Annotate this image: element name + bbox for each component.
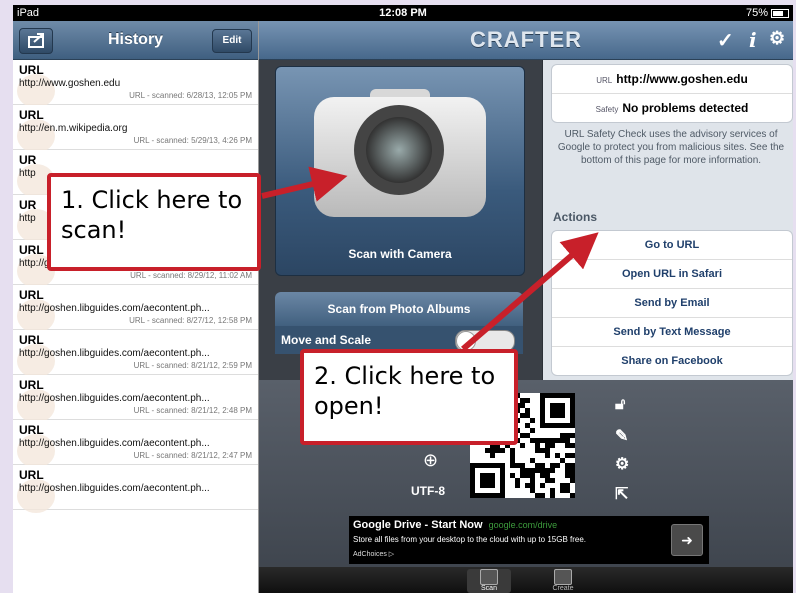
history-list: URL http://www.goshen.edu URL - scanned: 6…	[13, 60, 258, 513]
actions-list: Go to URL Open URL in Safari Send by Ema…	[551, 230, 793, 376]
move-scale-label: Move and Scale	[281, 333, 372, 347]
battery-indicator: 75%	[746, 7, 789, 19]
history-date: URL - scanned: 8/21/12, 2:47 PM	[133, 451, 252, 460]
history-type: URL	[19, 63, 44, 77]
history-row[interactable]: URLhttp://goshen.libguides.com/aecontent…	[13, 330, 258, 378]
checkmark-icon[interactable]: ✓	[717, 28, 734, 53]
battery-icon	[771, 8, 789, 18]
history-url: http://www.goshen.edu	[19, 78, 121, 89]
history-row[interactable]: URLhttp://goshen.libguides.com/aecontent…	[13, 375, 258, 423]
action-go-to-url[interactable]: Go to URL	[552, 231, 792, 260]
history-url: http	[19, 213, 36, 224]
history-row[interactable]: URLhttp://goshen.libguides.com/aecontent…	[13, 465, 258, 513]
callout-open: 2. Click here to open!	[300, 349, 518, 445]
scan-camera-label: Scan with Camera	[348, 247, 452, 261]
ad-arrow-button[interactable]: ➜	[671, 524, 703, 556]
ipad-screen: iPad 12:08 PM 75% History Edit URL http:/…	[13, 5, 793, 593]
history-type: URL	[19, 378, 44, 392]
create-tab-icon	[554, 569, 572, 585]
lock-icon[interactable]: 🔓︎	[615, 396, 625, 414]
settings-icon[interactable]: ⚙	[615, 454, 629, 474]
history-url: http://goshen.libguides.com/aecontent.ph…	[19, 303, 210, 314]
clock: 12:08 PM	[379, 7, 427, 19]
history-row[interactable]: URL http://en.m.wikipedia.org URL - scanne…	[13, 105, 258, 153]
history-type: UR	[19, 153, 37, 167]
history-date: URL - scanned: 8/27/12, 12:58 PM	[129, 316, 252, 325]
history-url: http://goshen.libguides.com/aecontent.ph…	[19, 483, 210, 494]
history-date: URL - scanned: 6/28/13, 12:05 PM	[129, 91, 252, 100]
history-type: URL	[19, 423, 44, 437]
camera-lens-inner	[366, 117, 432, 183]
scan-photo-albums-button[interactable]: Scan from Photo Albums	[275, 292, 523, 326]
history-type: URL	[19, 243, 44, 257]
tab-create[interactable]: Create	[541, 569, 585, 593]
action-send-email[interactable]: Send by Email	[552, 289, 792, 318]
history-type: URL	[19, 333, 44, 347]
history-date: URL - scanned: 8/21/12, 2:59 PM	[133, 361, 252, 370]
history-row[interactable]: URLhttp://goshen.libguides.com/aecontent…	[13, 285, 258, 333]
scan-area: Scan with Camera Scan from Photo Albums …	[259, 60, 542, 380]
history-date: URL - scanned: 8/29/12, 11:02 AM	[130, 271, 252, 280]
ad-subtitle: Store all files from your desktop to the…	[353, 535, 587, 544]
action-share-facebook[interactable]: Share on Facebook	[552, 347, 792, 375]
history-url: http://goshen.libguides.com/aecontent.ph…	[19, 348, 210, 359]
callout-scan: 1. Click here to scan!	[47, 173, 261, 271]
history-url: http	[19, 168, 36, 179]
ad-title: Google Drive - Start Now	[353, 519, 483, 531]
brush-icon[interactable]: ✎	[615, 426, 628, 446]
history-date: URL - scanned: 5/29/13, 4:26 PM	[133, 136, 252, 145]
ad-choices[interactable]: AdChoices ▷	[353, 550, 394, 558]
tab-bar: Scan Create	[259, 567, 793, 593]
url-row: URL http://www.goshen.edu	[552, 65, 792, 94]
action-open-safari[interactable]: Open URL in Safari	[552, 260, 792, 289]
status-bar: iPad 12:08 PM 75%	[13, 5, 793, 21]
share-icon[interactable]: ⇱	[615, 484, 628, 504]
history-header: History Edit	[13, 21, 258, 60]
action-send-text[interactable]: Send by Text Message	[552, 318, 792, 347]
history-url: http://en.m.wikipedia.org	[19, 123, 128, 134]
scan-with-camera-button[interactable]: Scan with Camera	[275, 66, 525, 276]
history-date: URL - scanned: 8/21/12, 2:48 PM	[133, 406, 252, 415]
history-row[interactable]: URL http://www.goshen.edu URL - scanned: 6…	[13, 60, 258, 108]
history-type: URL	[19, 288, 44, 302]
ad-banner[interactable]: Google Drive - Start Now google.com/drive…	[349, 516, 709, 564]
gear-icon[interactable]: ⚙	[769, 28, 785, 49]
zoom-in-icon[interactable]: ⊕	[423, 450, 438, 471]
safety-note: URL Safety Check uses the advisory servi…	[557, 129, 785, 166]
app-logo: CRAFTER	[469, 27, 583, 52]
info-icon[interactable]: i	[749, 28, 757, 52]
result-info-card: URL http://www.goshen.edu Safety No proble…	[551, 64, 793, 123]
history-row[interactable]: URLhttp://goshen.libguides.com/aecontent…	[13, 420, 258, 468]
scan-tab-icon	[480, 569, 498, 585]
safety-row: Safety No problems detected	[595, 101, 749, 115]
tab-scan[interactable]: Scan	[467, 569, 511, 593]
history-type: UR	[19, 198, 37, 212]
history-panel: History Edit URL http://www.goshen.edu URL…	[13, 21, 259, 593]
history-url: http://goshen.libguides.com/aecontent.ph…	[19, 438, 210, 449]
result-panel: URL http://www.goshen.edu Safety No proble…	[543, 60, 793, 380]
history-type: URL	[19, 468, 44, 482]
history-url: http://goshen.libguides.com/aecontent.ph…	[19, 393, 210, 404]
ad-domain: google.com/drive	[488, 520, 558, 530]
crafter-header: CRAFTER ✓ i ⚙	[259, 21, 793, 60]
edit-button[interactable]: Edit	[212, 29, 252, 53]
actions-title: Actions	[553, 210, 598, 224]
encoding-label[interactable]: UTF-8	[411, 484, 445, 498]
history-type: URL	[19, 108, 44, 122]
